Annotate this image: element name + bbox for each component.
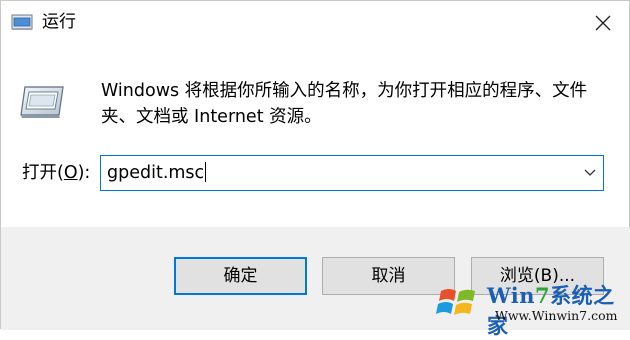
open-input-value: gpedit.msc xyxy=(107,163,205,183)
close-icon xyxy=(595,15,611,31)
description-text: Windows 将根据你所输入的名称，为你打开相应的程序、文件夹、文档或 Int… xyxy=(101,81,588,127)
run-dialog: 运行 Windows 将根据你所输入的名称，为你打开相应的程序、文件夹、文档或 … xyxy=(0,0,630,338)
run-dialog-icon xyxy=(20,86,64,118)
watermark-brand-digit: 7 xyxy=(534,283,551,308)
open-label-prefix: 打开( xyxy=(22,163,64,183)
open-label-suffix: ): xyxy=(77,163,91,183)
windows-flag-logo xyxy=(436,289,475,315)
watermark-brand-prefix: Win xyxy=(487,283,535,308)
title-bar[interactable]: 运行 xyxy=(1,1,630,47)
text-caret xyxy=(205,162,207,182)
run-app-icon xyxy=(11,14,33,30)
close-button[interactable] xyxy=(585,7,621,39)
ok-button[interactable]: 确定 xyxy=(174,257,307,295)
open-combobox[interactable]: gpedit.msc xyxy=(100,155,604,191)
open-input[interactable]: gpedit.msc xyxy=(107,162,567,184)
watermark-url: Www.Winwin7.com xyxy=(495,308,618,323)
chevron-down-icon[interactable] xyxy=(583,167,597,179)
window-title: 运行 xyxy=(42,12,76,32)
open-label-accesskey: O xyxy=(63,163,78,183)
open-label: 打开(O): xyxy=(22,162,90,184)
